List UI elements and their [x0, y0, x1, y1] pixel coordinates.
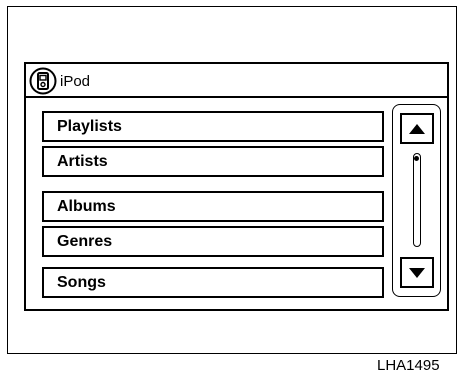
menu-item-genres[interactable]: Genres	[42, 226, 384, 257]
menu-item-label: Artists	[57, 153, 108, 170]
scroll-track[interactable]	[413, 153, 421, 247]
ipod-icon	[29, 67, 57, 95]
menu-item-artists[interactable]: Artists	[42, 146, 384, 177]
scrollbar	[392, 104, 441, 297]
header-title: iPod	[60, 73, 91, 90]
scroll-up-button[interactable]	[400, 113, 434, 144]
menu-item-albums[interactable]: Albums	[42, 191, 384, 222]
scroll-thumb[interactable]	[414, 156, 419, 161]
menu-item-label: Genres	[57, 233, 113, 250]
triangle-up-icon	[409, 123, 425, 134]
triangle-down-icon	[409, 267, 425, 278]
screen-header: iPod	[26, 64, 447, 98]
menu-item-label: Albums	[57, 198, 116, 215]
figure-code: LHA1495	[377, 357, 440, 374]
scroll-down-button[interactable]	[400, 257, 434, 288]
menu-item-label: Songs	[57, 274, 106, 291]
ipod-menu-screen: iPod Playlists Artists Albums Genres Son…	[24, 62, 449, 311]
menu-item-label: Playlists	[57, 118, 122, 135]
menu-item-playlists[interactable]: Playlists	[42, 111, 384, 142]
menu-item-songs[interactable]: Songs	[42, 267, 384, 298]
